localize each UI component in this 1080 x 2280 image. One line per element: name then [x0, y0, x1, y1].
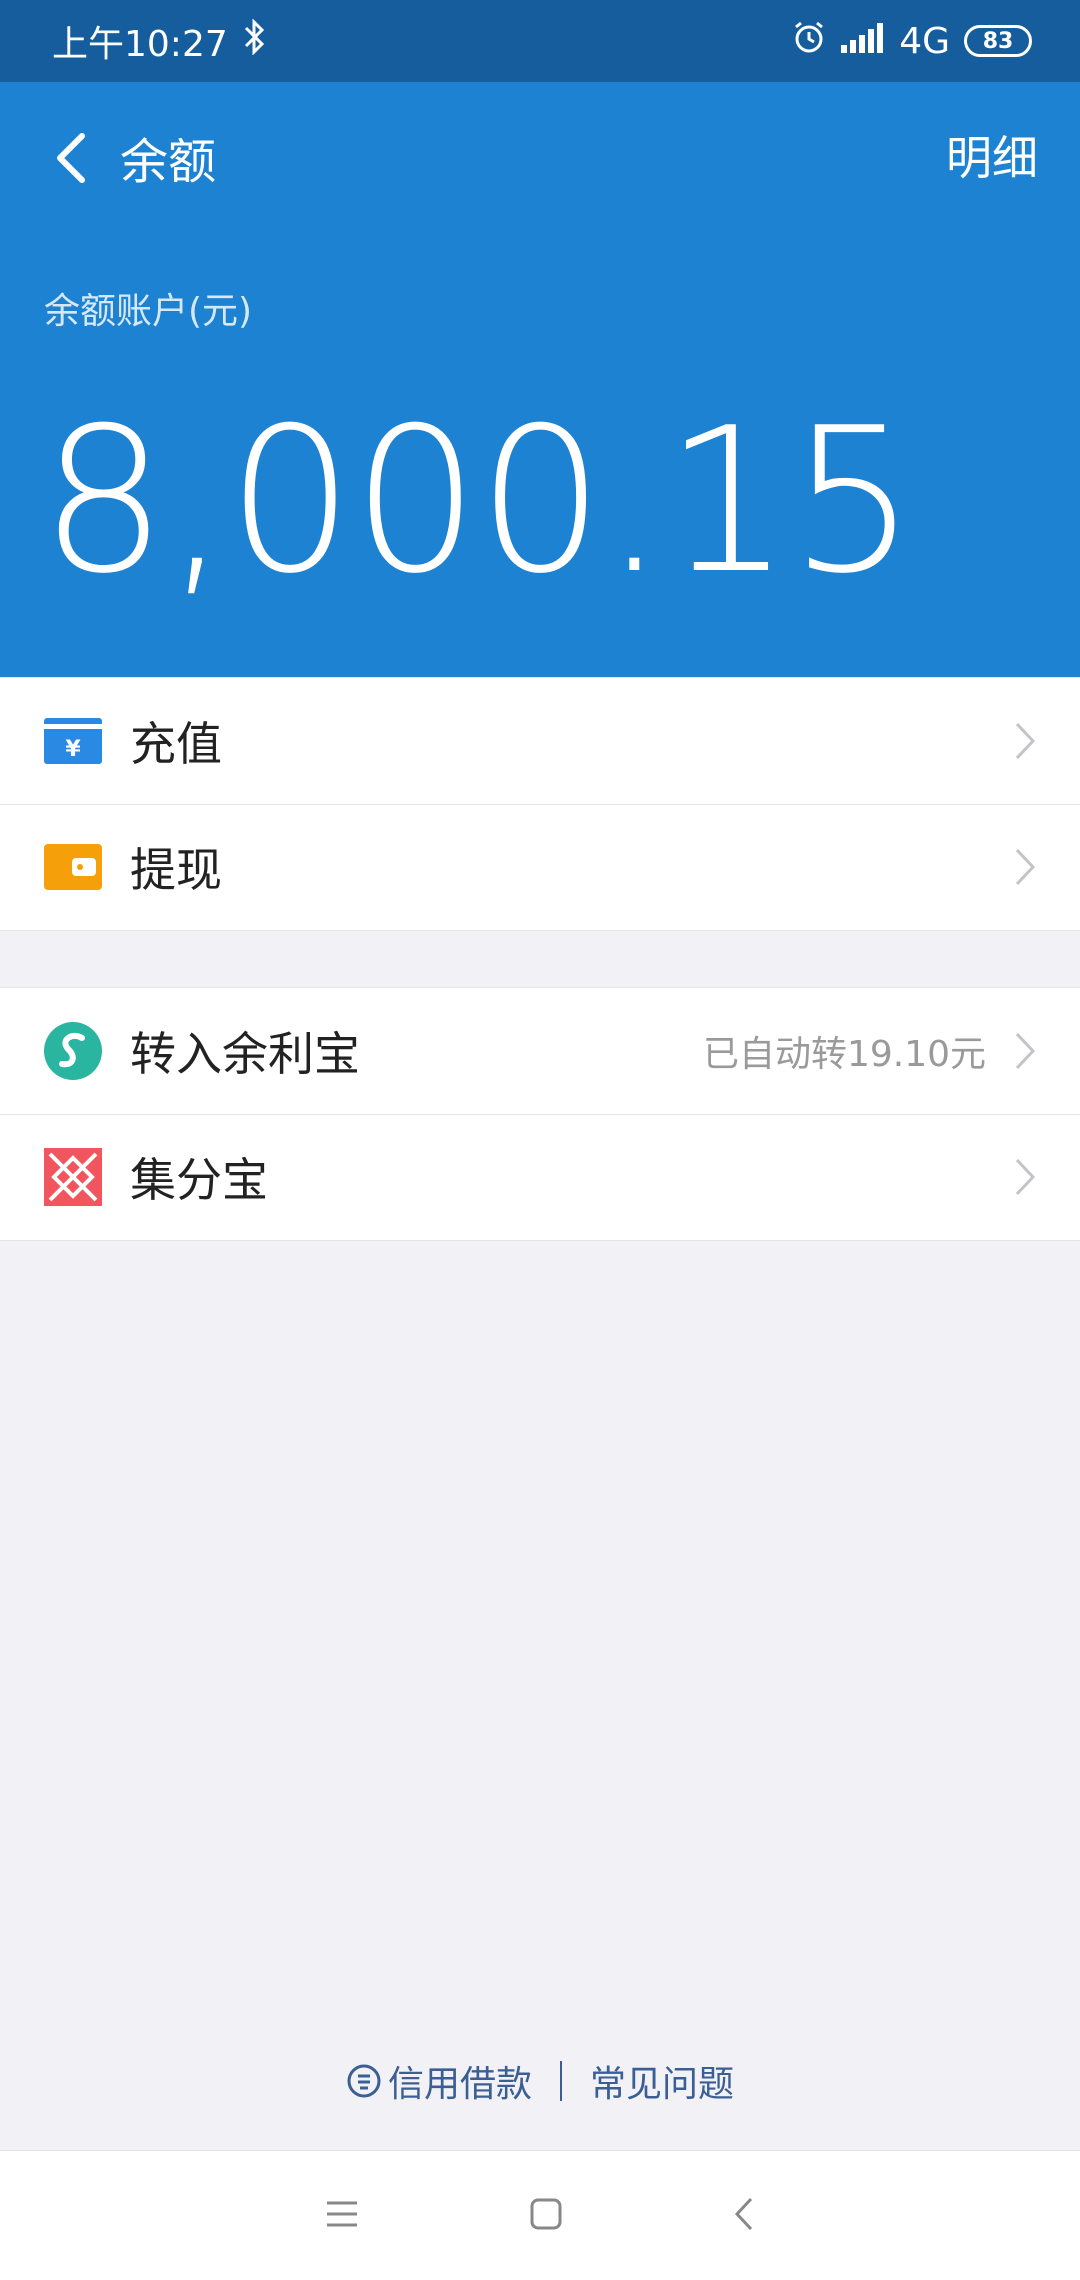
yulibao-row[interactable]: 转入余利宝 已自动转19.10元: [0, 988, 1080, 1114]
chevron-right-icon: [1015, 1158, 1036, 1196]
footer-divider: [560, 2061, 562, 2101]
recharge-label: 充值: [130, 717, 222, 771]
credit-loan-icon: [347, 2064, 381, 2098]
status-right: 4G 83: [791, 19, 1032, 64]
withdraw-icon: [44, 838, 102, 896]
detail-link[interactable]: 明细: [946, 122, 1038, 188]
status-left: 上午10:27: [52, 15, 268, 67]
recharge-row[interactable]: ¥ 充值: [0, 678, 1080, 804]
chevron-right-icon: [1015, 1032, 1036, 1070]
jifenbao-label: 集分宝: [130, 1153, 268, 1207]
bluetooth-icon: [242, 17, 268, 64]
status-time: 上午10:27: [52, 24, 228, 65]
svg-text:¥: ¥: [65, 737, 81, 762]
menu-icon[interactable]: [325, 2200, 359, 2232]
jifenbao-row[interactable]: 集分宝: [0, 1114, 1080, 1240]
nav-bar: 余额 明细: [0, 82, 1080, 232]
alarm-icon: [791, 19, 827, 64]
menu-section-top: ¥ 充值 提现: [0, 677, 1080, 931]
balance-header: 余额 明细 余额账户(元) 8,000.15: [0, 82, 1080, 677]
system-nav-bar: [0, 2150, 1080, 2280]
network-type: 4G: [899, 20, 950, 62]
chevron-left-icon: [57, 133, 85, 183]
page-title: 余额: [120, 134, 217, 190]
balance-amount: 8,000.15: [40, 385, 917, 618]
battery-level: 83: [982, 28, 1014, 54]
status-bar: 上午10:27 4G 83: [0, 0, 1080, 82]
balance-label: 余额账户(元): [44, 291, 253, 332]
home-icon[interactable]: [529, 2197, 563, 2235]
chevron-right-icon: [1015, 848, 1036, 886]
faq-link[interactable]: 常见问题: [590, 2055, 734, 2107]
auto-transfer-note: 已自动转19.10元: [702, 1034, 986, 1075]
jifenbao-icon: [44, 1148, 102, 1206]
battery-indicator: 83: [964, 25, 1032, 57]
withdraw-label: 提现: [130, 843, 222, 897]
credit-loan-link[interactable]: 信用借款: [346, 2055, 532, 2107]
yulibao-icon: [44, 1022, 102, 1080]
footer-links: 信用借款 常见问题: [0, 2055, 1080, 2107]
yulibao-label: 转入余利宝: [130, 1027, 360, 1081]
credit-loan-label: 信用借款: [387, 2064, 532, 2105]
signal-icon: [841, 21, 885, 62]
recharge-icon: ¥: [44, 712, 102, 770]
back-nav-icon[interactable]: [733, 2196, 755, 2236]
chevron-right-icon: [1015, 722, 1036, 760]
withdraw-row[interactable]: 提现: [0, 804, 1080, 930]
menu-section-bottom: 转入余利宝 已自动转19.10元 集分宝: [0, 987, 1080, 1241]
back-button[interactable]: [30, 118, 110, 198]
